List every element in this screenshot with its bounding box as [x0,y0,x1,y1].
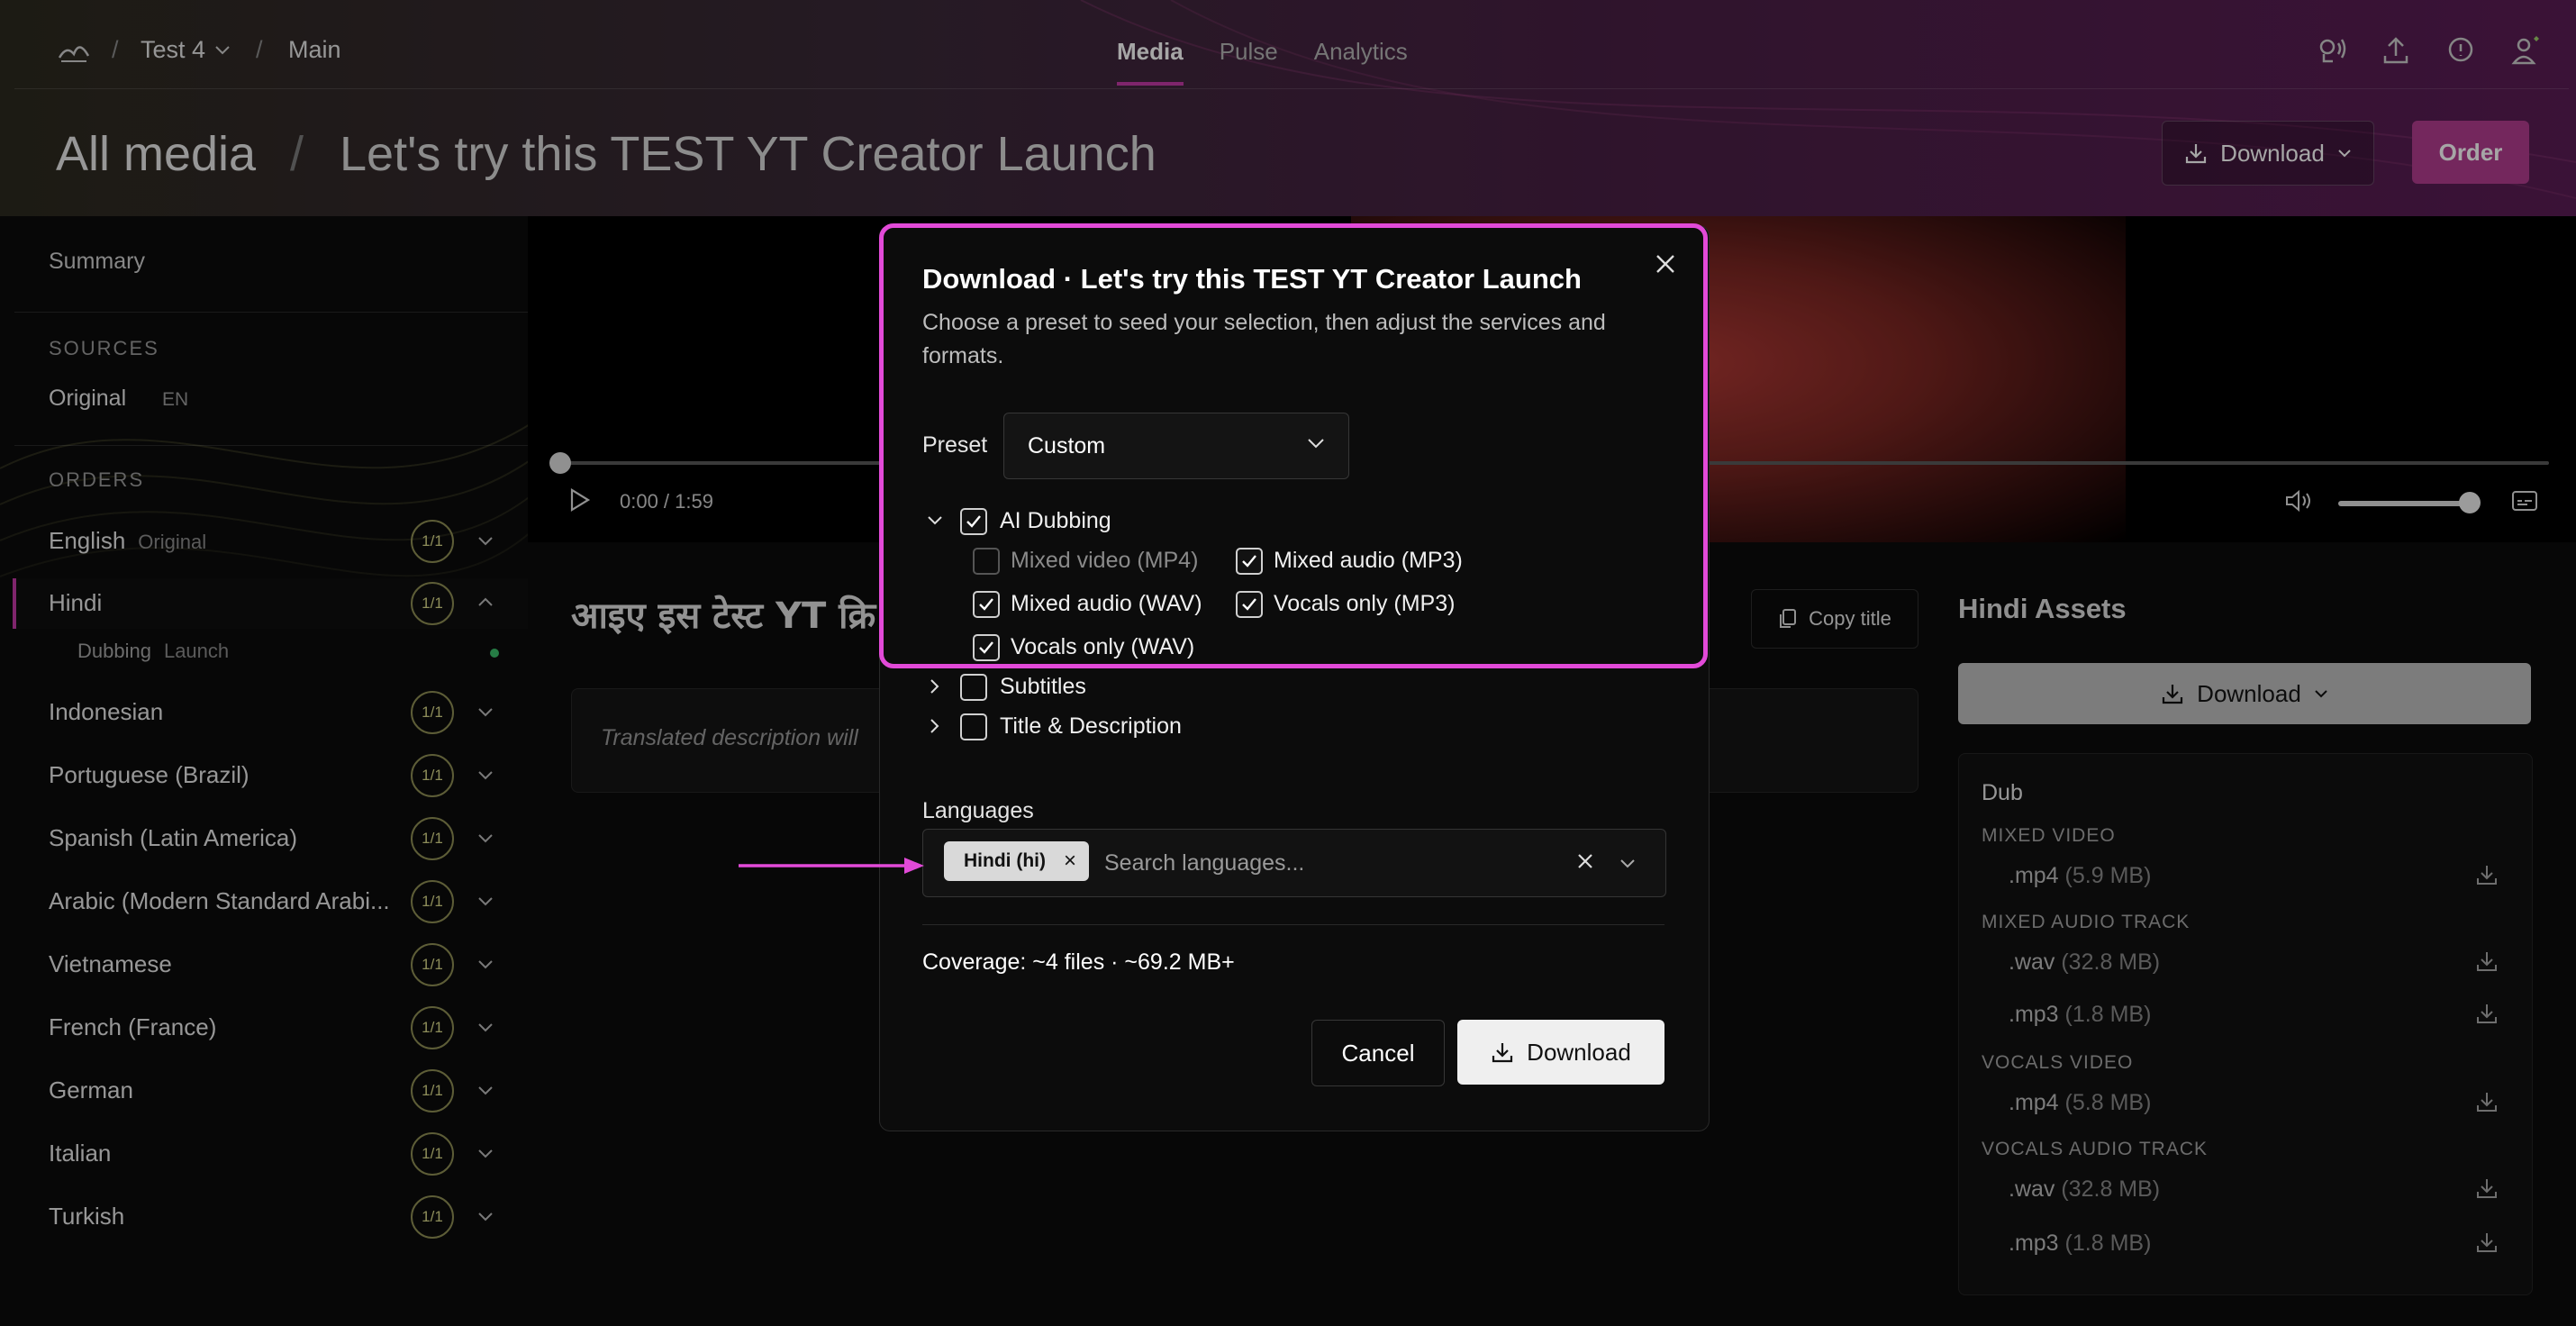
preset-value: Custom [1028,433,1106,459]
download-icon [1492,1043,1513,1063]
mixed-audio-mp3-label: Mixed audio (MP3) [1274,548,1463,573]
dialog-title: Download · Let's try this TEST YT Creato… [922,263,1582,295]
ai-dubbing-checkbox[interactable] [960,508,987,535]
vocals-only-wav-label: Vocals only (WAV) [1011,634,1195,659]
preset-label: Preset [922,432,988,458]
chevron-right-icon[interactable] [926,677,944,695]
chip-label: Hindi (hi) [964,850,1046,871]
mixed-audio-mp3-checkbox[interactable] [1236,548,1263,575]
mixed-video-mp4-checkbox[interactable] [973,548,1000,575]
subtitles-checkbox[interactable] [960,674,987,701]
chevron-down-icon[interactable] [926,512,944,530]
language-search-input[interactable]: Search languages... [1104,850,1304,876]
cancel-button[interactable]: Cancel [1311,1020,1445,1086]
title-description-checkbox[interactable] [960,713,987,740]
mixed-audio-wav-label: Mixed audio (WAV) [1011,591,1202,616]
annotation-arrow-icon [739,858,924,874]
chevron-down-icon [1308,439,1324,449]
ai-dubbing-label: AI Dubbing [1000,508,1111,533]
subtitles-label: Subtitles [1000,674,1086,699]
vocals-only-mp3-label: Vocals only (MP3) [1274,591,1456,616]
dialog-download-button[interactable]: Download [1457,1020,1664,1085]
language-chip[interactable]: Hindi (hi) × [944,841,1089,881]
preset-select[interactable]: Custom [1003,413,1349,479]
close-icon[interactable]: × [1064,841,1076,881]
mixed-video-mp4-label: Mixed video (MP4) [1011,548,1199,573]
title-description-label: Title & Description [1000,713,1182,739]
chevron-down-icon[interactable] [1618,854,1637,874]
languages-label: Languages [922,798,1034,823]
chevron-right-icon[interactable] [926,717,944,735]
dialog-download-label: Download [1527,1038,1631,1066]
close-icon[interactable] [1654,252,1677,276]
vocals-only-wav-checkbox[interactable] [973,634,1000,661]
dialog-divider [922,924,1664,925]
clear-icon[interactable] [1574,850,1596,872]
dialog-description: Choose a preset to seed your selection, … [922,310,1606,368]
mixed-audio-wav-checkbox[interactable] [973,591,1000,618]
vocals-only-mp3-checkbox[interactable] [1236,591,1263,618]
coverage-summary: Coverage: ~4 files · ~69.2 MB+ [922,949,1235,975]
